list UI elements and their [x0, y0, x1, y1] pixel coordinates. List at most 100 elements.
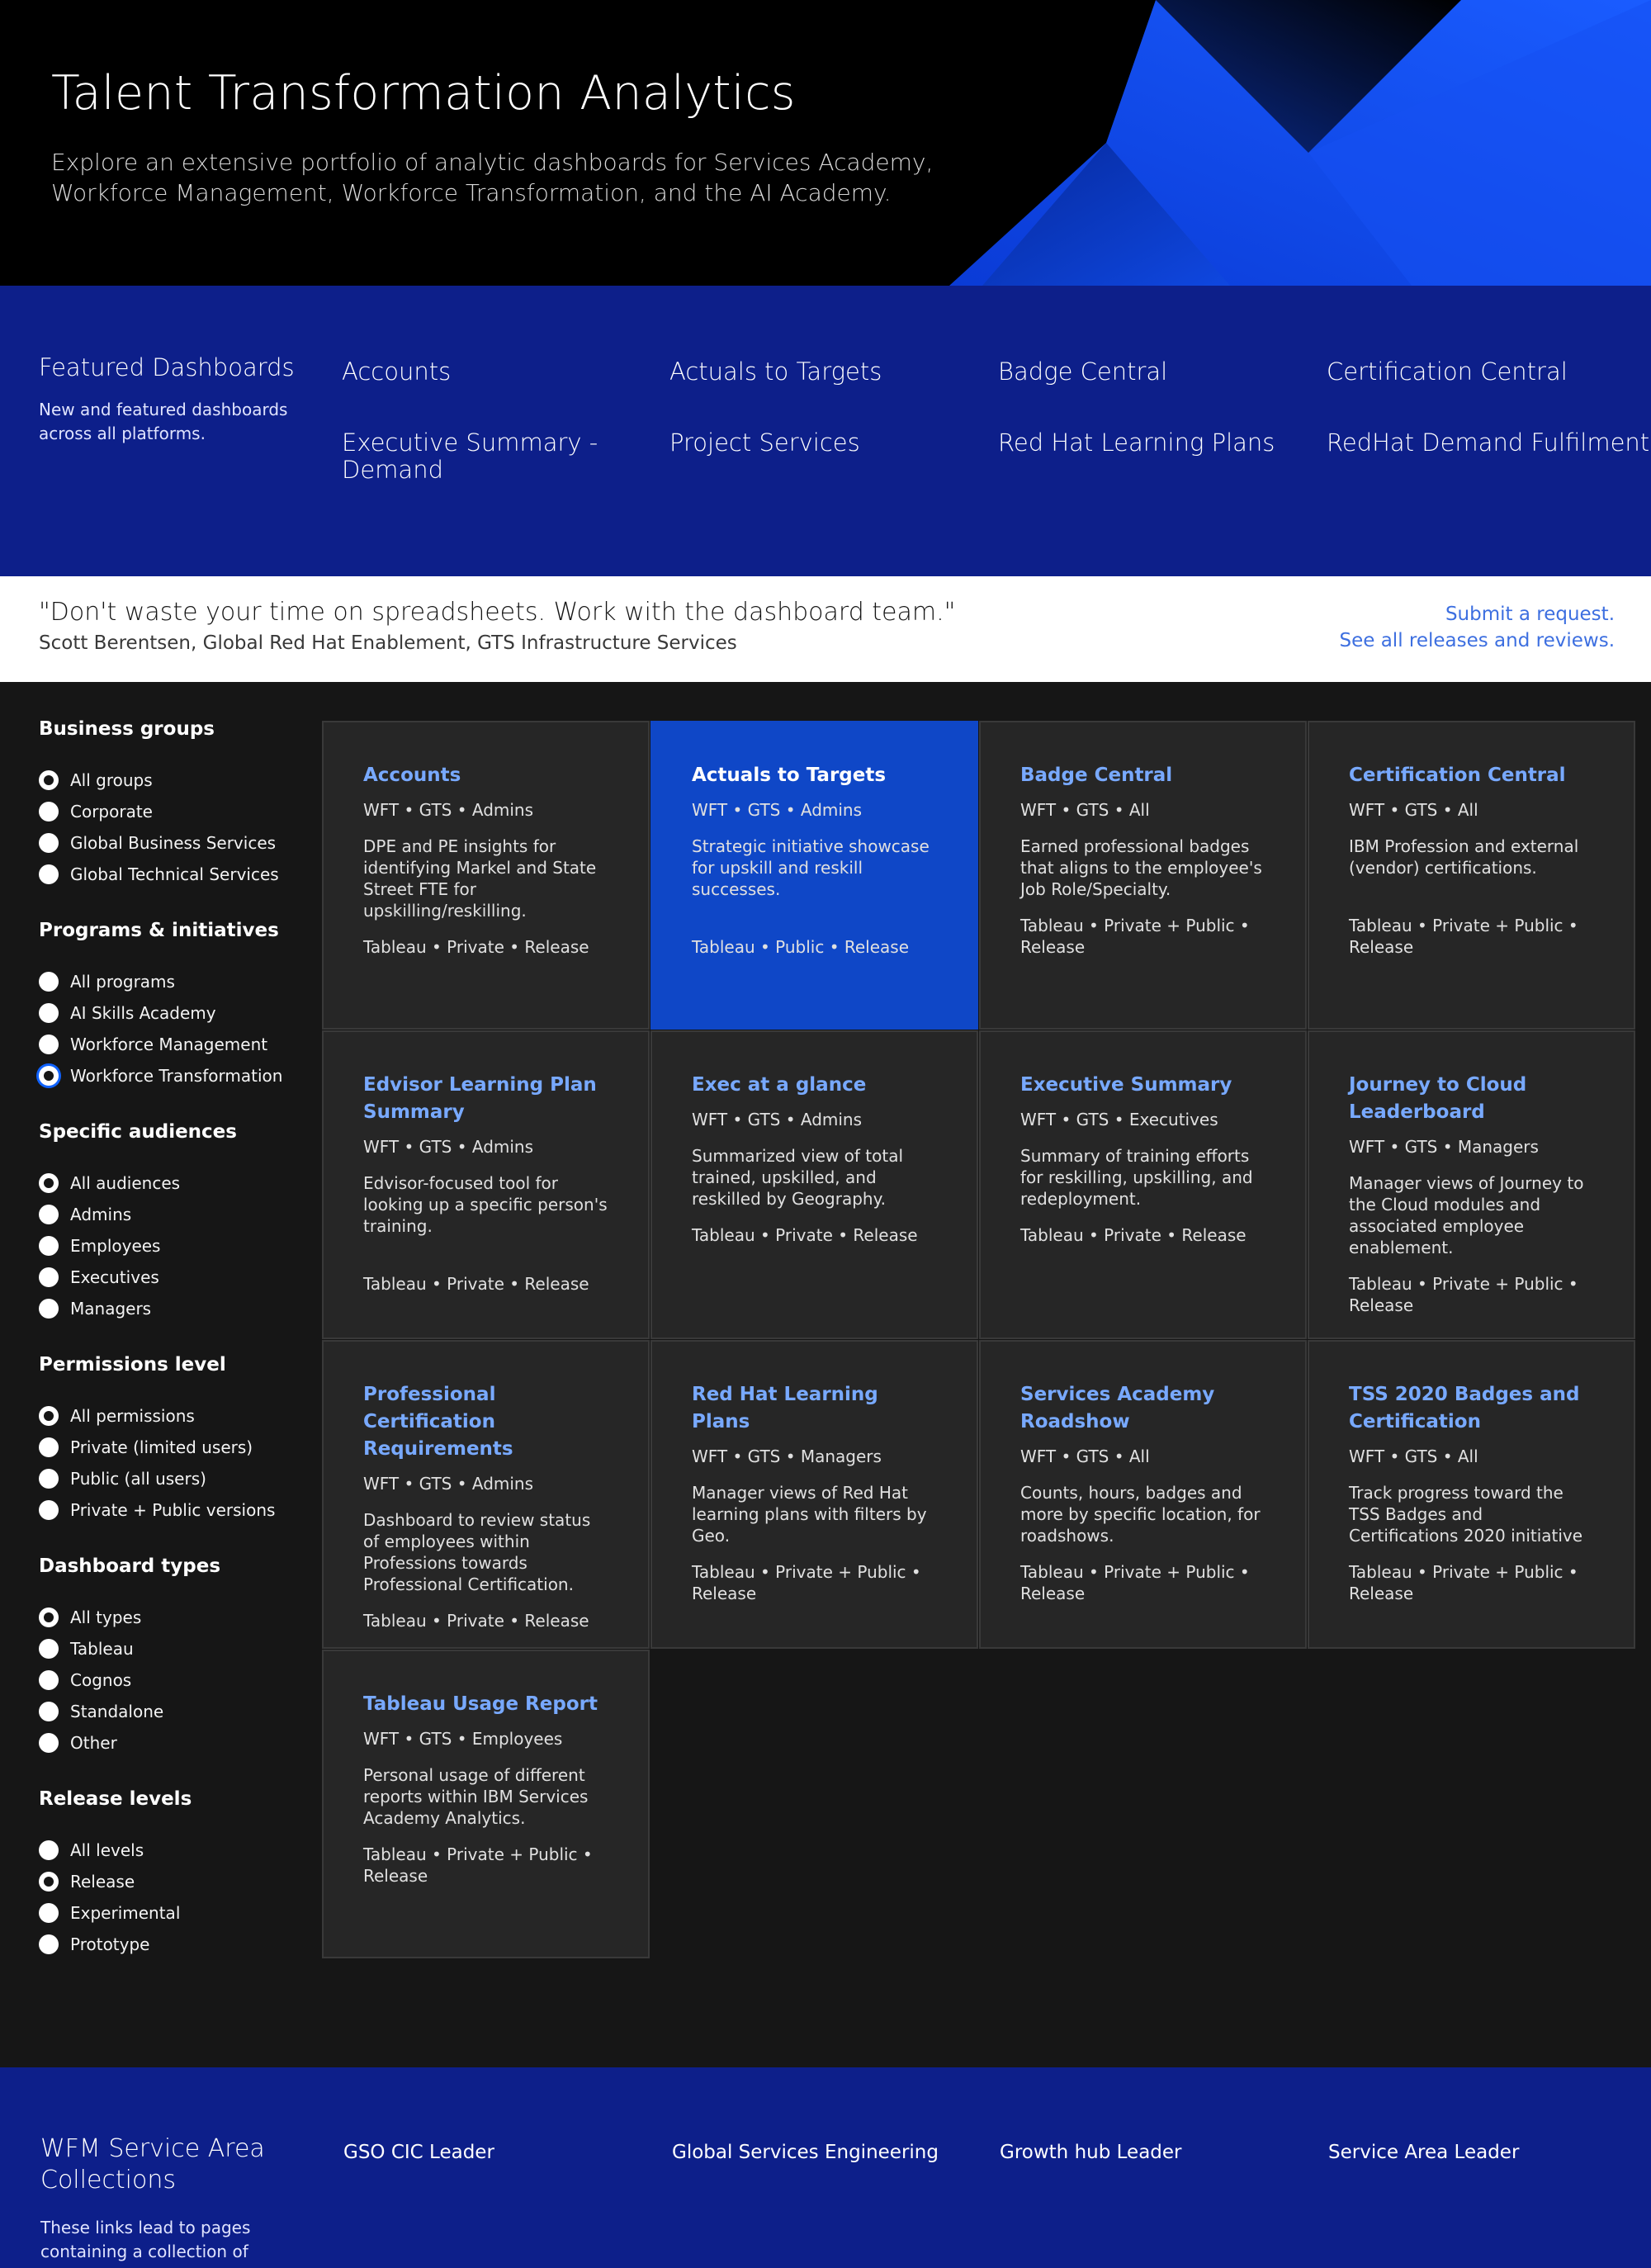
card-title[interactable]: Accounts: [363, 762, 610, 789]
radio-button[interactable]: [39, 770, 59, 790]
card-title[interactable]: Executive Summary: [1020, 1072, 1267, 1099]
collection-link-service-area-leader[interactable]: Service Area Leader: [1328, 2142, 1519, 2163]
filter-option-cognos[interactable]: Cognos: [39, 1664, 311, 1696]
filter-option-private-public[interactable]: Private + Public versions: [39, 1494, 311, 1526]
radio-button[interactable]: [39, 1066, 59, 1086]
filter-option-admins[interactable]: Admins: [39, 1199, 311, 1230]
filter-option-label: Public (all users): [70, 1469, 206, 1489]
radio-button[interactable]: [39, 1702, 59, 1721]
featured-link-redhat-demand-fulfilment[interactable]: RedHat Demand Fulfilment: [1327, 429, 1649, 457]
radio-button[interactable]: [39, 864, 59, 884]
featured-link-actuals-to-targets[interactable]: Actuals to Targets: [669, 358, 882, 386]
radio-button[interactable]: [39, 1903, 59, 1923]
filter-option-workforce-management[interactable]: Workforce Management: [39, 1029, 311, 1060]
filter-option-all-permissions[interactable]: All permissions: [39, 1400, 311, 1432]
radio-button[interactable]: [39, 833, 59, 853]
dashboard-card-badge-central[interactable]: Badge Central WFT • GTS • All Earned pro…: [979, 721, 1307, 1030]
radio-button[interactable]: [39, 1500, 59, 1520]
dashboard-card-accounts[interactable]: Accounts WFT • GTS • Admins DPE and PE i…: [322, 721, 650, 1030]
radio-button[interactable]: [39, 1469, 59, 1489]
radio-button[interactable]: [39, 1607, 59, 1627]
filter-option-prototype[interactable]: Prototype: [39, 1929, 311, 1960]
card-description: Track progress toward the TSS Badges and…: [1349, 1483, 1583, 1546]
dashboard-card-actuals-to-targets[interactable]: Actuals to Targets WFT • GTS • Admins St…: [650, 721, 978, 1030]
featured-link-project-services[interactable]: Project Services: [669, 429, 860, 457]
collections-header: WFM Service Area Collections These links…: [40, 2133, 313, 2268]
dashboard-card-professional-certification-requirements[interactable]: Professional Certification Requirements …: [322, 1340, 650, 1649]
filter-option-private[interactable]: Private (limited users): [39, 1432, 311, 1463]
radio-button[interactable]: [39, 1934, 59, 1954]
filter-option-all-groups[interactable]: All groups: [39, 765, 311, 796]
collection-link-gso-cic-leader[interactable]: GSO CIC Leader: [343, 2142, 494, 2163]
radio-button[interactable]: [39, 1733, 59, 1753]
filter-option-all-levels[interactable]: All levels: [39, 1835, 311, 1866]
radio-button[interactable]: [39, 1003, 59, 1023]
filter-option-label: Private + Public versions: [70, 1500, 276, 1520]
dashboard-card-tableau-usage-report[interactable]: Tableau Usage Report WFT • GTS • Employe…: [322, 1650, 650, 1958]
filter-option-release[interactable]: Release: [39, 1866, 311, 1897]
submit-request-link[interactable]: Submit a request.: [1340, 601, 1615, 627]
filter-option-employees[interactable]: Employees: [39, 1230, 311, 1262]
featured-link-executive-summary-demand[interactable]: Executive Summary - Demand: [342, 429, 614, 484]
filter-option-standalone[interactable]: Standalone: [39, 1696, 311, 1727]
featured-link-certification-central[interactable]: Certification Central: [1327, 358, 1568, 386]
collection-link-global-services-engineering[interactable]: Global Services Engineering: [672, 2142, 939, 2163]
radio-button[interactable]: [39, 1639, 59, 1659]
filter-option-tableau[interactable]: Tableau: [39, 1633, 311, 1664]
radio-button[interactable]: [39, 1406, 59, 1426]
radio-button[interactable]: [39, 1670, 59, 1690]
filter-option-all-types[interactable]: All types: [39, 1602, 311, 1633]
radio-button[interactable]: [39, 1236, 59, 1256]
filter-option-all-programs[interactable]: All programs: [39, 966, 311, 997]
card-title[interactable]: Tableau Usage Report: [363, 1691, 610, 1718]
filter-option-corporate[interactable]: Corporate: [39, 796, 311, 827]
radio-button[interactable]: [39, 1840, 59, 1860]
filter-option-experimental[interactable]: Experimental: [39, 1897, 311, 1929]
dashboard-card-tss-2020-badges[interactable]: TSS 2020 Badges and Certification WFT • …: [1308, 1340, 1635, 1649]
radio-button[interactable]: [39, 1173, 59, 1193]
filter-option-workforce-transformation[interactable]: Workforce Transformation: [39, 1060, 311, 1091]
card-title[interactable]: Services Academy Roadshow: [1020, 1381, 1267, 1436]
filter-option-ai-skills-academy[interactable]: AI Skills Academy: [39, 997, 311, 1029]
card-title[interactable]: Journey to Cloud Leaderboard: [1349, 1072, 1596, 1126]
radio-button[interactable]: [39, 1205, 59, 1224]
filter-option-label: Tableau: [70, 1639, 134, 1659]
filter-option-managers[interactable]: Managers: [39, 1293, 311, 1324]
dashboard-card-edvisor-learning-plan-summary[interactable]: Edvisor Learning Plan Summary WFT • GTS …: [322, 1030, 650, 1339]
card-title[interactable]: Badge Central: [1020, 762, 1267, 789]
filter-option-global-technical-services[interactable]: Global Technical Services: [39, 859, 311, 890]
filter-option-other[interactable]: Other: [39, 1727, 311, 1759]
dashboard-card-services-academy-roadshow[interactable]: Services Academy Roadshow WFT • GTS • Al…: [979, 1340, 1307, 1649]
filter-option-public[interactable]: Public (all users): [39, 1463, 311, 1494]
card-title[interactable]: Edvisor Learning Plan Summary: [363, 1072, 610, 1126]
dashboard-card-red-hat-learning-plans[interactable]: Red Hat Learning Plans WFT • GTS • Manag…: [650, 1340, 978, 1649]
radio-button[interactable]: [39, 972, 59, 992]
radio-button[interactable]: [39, 1437, 59, 1457]
radio-button[interactable]: [39, 1267, 59, 1287]
filter-option-label: All types: [70, 1607, 142, 1627]
card-title[interactable]: Actuals to Targets: [692, 762, 939, 789]
featured-description: New and featured dashboards across all p…: [39, 400, 288, 443]
card-title[interactable]: Red Hat Learning Plans: [692, 1381, 939, 1436]
radio-button[interactable]: [39, 1035, 59, 1054]
dashboard-card-journey-to-cloud-leaderboard[interactable]: Journey to Cloud Leaderboard WFT • GTS •…: [1308, 1030, 1635, 1339]
card-title[interactable]: Professional Certification Requirements: [363, 1381, 610, 1463]
card-title[interactable]: TSS 2020 Badges and Certification: [1349, 1381, 1596, 1436]
card-title[interactable]: Certification Central: [1349, 762, 1596, 789]
featured-link-red-hat-learning-plans[interactable]: Red Hat Learning Plans: [998, 429, 1275, 457]
filter-option-global-business-services[interactable]: Global Business Services: [39, 827, 311, 859]
filter-option-executives[interactable]: Executives: [39, 1262, 311, 1293]
card-meta: WFT • GTS • All: [1020, 800, 1150, 820]
dashboard-card-exec-at-a-glance[interactable]: Exec at a glance WFT • GTS • Admins Summ…: [650, 1030, 978, 1339]
card-title[interactable]: Exec at a glance: [692, 1072, 939, 1099]
radio-button[interactable]: [39, 1872, 59, 1892]
see-releases-link[interactable]: See all releases and reviews.: [1340, 627, 1616, 654]
featured-link-accounts[interactable]: Accounts: [342, 358, 451, 386]
radio-button[interactable]: [39, 802, 59, 821]
radio-button[interactable]: [39, 1299, 59, 1319]
collection-link-growth-hub-leader[interactable]: Growth hub Leader: [1000, 2142, 1182, 2163]
dashboard-card-executive-summary[interactable]: Executive Summary WFT • GTS • Executives…: [979, 1030, 1307, 1339]
dashboard-card-certification-central[interactable]: Certification Central WFT • GTS • All IB…: [1308, 721, 1635, 1030]
filter-option-all-audiences[interactable]: All audiences: [39, 1167, 311, 1199]
featured-link-badge-central[interactable]: Badge Central: [998, 358, 1167, 386]
